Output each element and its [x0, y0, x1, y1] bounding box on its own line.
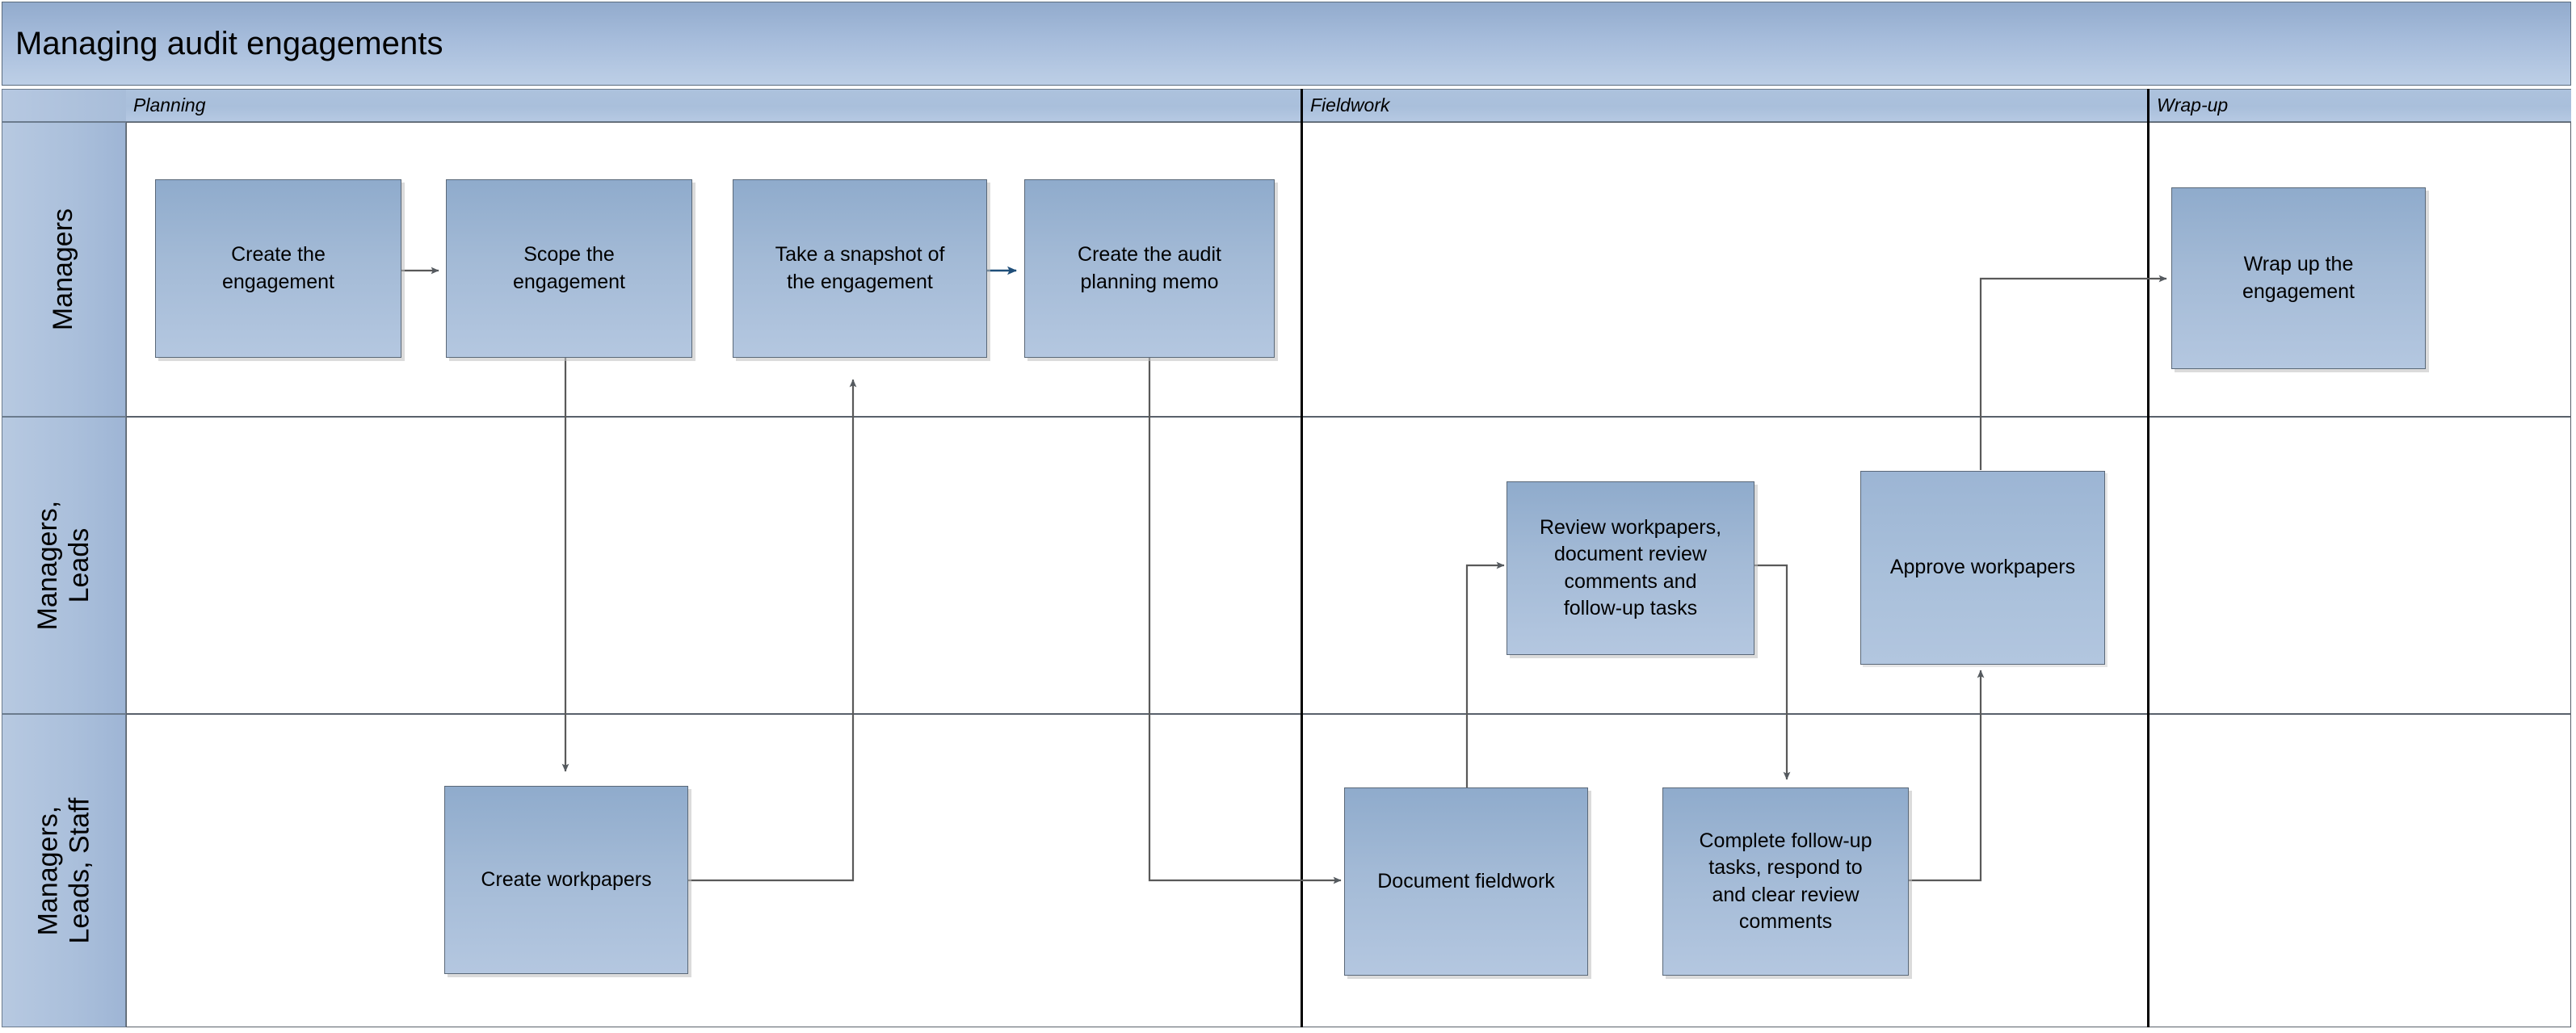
connector-approve-workpapers-to-wrap-up: [1979, 275, 2167, 470]
node-approve-workpapers[interactable]: Approve workpapers: [1860, 471, 2105, 665]
node-complete-followup[interactable]: Complete follow-up tasks, respond to and…: [1662, 787, 1909, 976]
node-label: Complete follow-up tasks, respond to and…: [1699, 829, 1872, 934]
node-document-fieldwork[interactable]: Document fieldwork: [1344, 787, 1588, 976]
node-label: Create the engagement: [221, 243, 334, 293]
node-scope-engagement[interactable]: Scope the engagement: [446, 179, 692, 358]
node-take-snapshot[interactable]: Take a snapshot of the engagement: [733, 179, 987, 358]
node-label: Create the audit planning memo: [1078, 243, 1221, 293]
node-label: Review workpapers, document review comme…: [1539, 515, 1722, 620]
node-label: Scope the engagement: [512, 243, 625, 293]
connector-document-fieldwork-to-review-workpapers: [1465, 561, 1505, 824]
node-label: Approve workpapers: [1889, 556, 2076, 579]
node-wrap-up-engagement[interactable]: Wrap up the engagement: [2171, 187, 2426, 369]
node-label: Wrap up the engagement: [2242, 253, 2355, 303]
node-review-workpapers[interactable]: Review workpapers, document review comme…: [1507, 481, 1754, 655]
connector-create-workpapers-to-take-snapshot: [688, 379, 857, 882]
connector-layer: [401, 266, 2167, 884]
node-label: Take a snapshot of the engagement: [775, 243, 945, 293]
node-label: Document fieldwork: [1377, 869, 1555, 892]
node-create-audit-memo[interactable]: Create the audit planning memo: [1024, 179, 1275, 358]
connector-review-workpapers-to-complete-followup: [1754, 564, 1791, 780]
node-create-workpapers[interactable]: Create workpapers: [444, 786, 688, 974]
node-create-engagement[interactable]: Create the engagement: [155, 179, 401, 358]
swimlane-diagram-canvas: Managing audit engagements Planning Fiel…: [0, 0, 2576, 1033]
connector-complete-followup-to-approve-workpapers: [1908, 670, 1985, 882]
connector-create-audit-memo-to-document-fieldwork: [1148, 358, 1342, 884]
node-label: Create workpapers: [481, 867, 652, 891]
